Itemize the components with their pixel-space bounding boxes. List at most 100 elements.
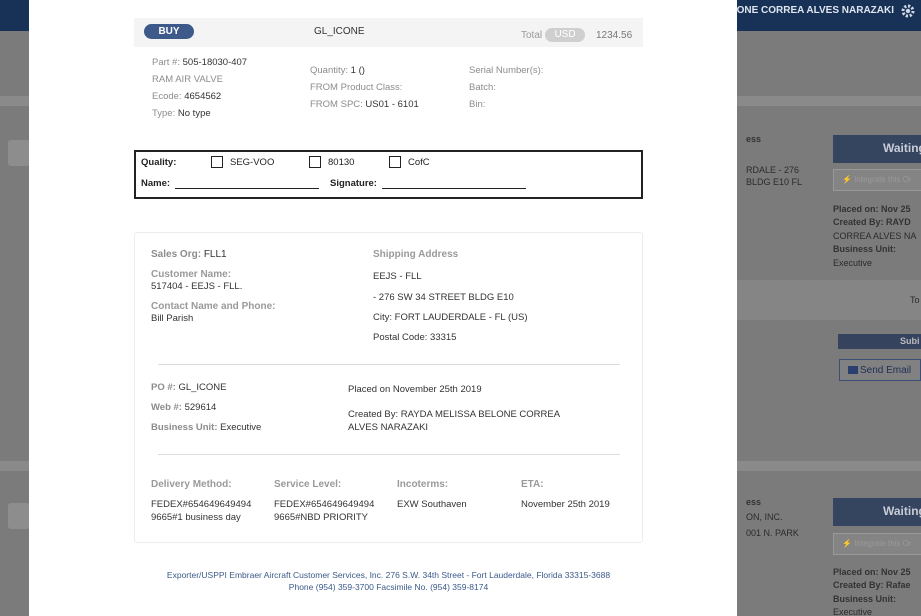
po-label: PO #:: [151, 382, 176, 393]
signature-label: Signature:: [330, 178, 377, 189]
business-unit-label: Business Unit:: [833, 244, 897, 254]
part-number-label: Part #:: [152, 57, 180, 68]
address-line: ON, INC.: [746, 512, 783, 522]
exporter-footer-line1: Exporter/USPPI Embraer Aircraft Customer…: [166, 570, 611, 580]
contact-label: Contact Name and Phone:: [151, 301, 276, 312]
seg-voo-label: SEG-VOO: [230, 157, 275, 168]
document-icon: [8, 140, 30, 166]
divider: [158, 364, 620, 365]
seg-voo-checkbox[interactable]: [211, 156, 223, 168]
exporter-footer-line2: Phone (954) 359-3700 Facsimile No. (954)…: [288, 582, 489, 592]
address-line: RDALE - 276: [746, 165, 800, 175]
business-unit: Business Unit: Executive: [151, 422, 261, 433]
sales-org-value: FLL1: [203, 249, 227, 260]
total-label: Total: [521, 30, 543, 41]
customer-name-value: 517404 - EEJS - FLL.: [151, 281, 243, 292]
bin-label: Bin:: [469, 99, 486, 110]
document-icon: [8, 503, 30, 529]
delivery-method-line2: 9665#1 business day: [151, 512, 241, 523]
part-description: RAM AIR VALVE: [152, 74, 223, 85]
order-header: BUY GL_ICONE Total USD 1234.56: [134, 18, 643, 47]
batch-label: Batch:: [469, 82, 496, 93]
service-level-line1: FEDEX#654649649494: [274, 499, 375, 510]
web-value: 529614: [184, 402, 217, 413]
created-by-text: Created By: Rafae: [833, 580, 911, 590]
quantity-label: Quantity:: [310, 65, 349, 76]
part-number: Part #: 505-18030-407: [152, 57, 247, 68]
serial-numbers-label: Serial Number(s):: [469, 65, 544, 76]
gear-icon[interactable]: [900, 3, 916, 19]
contact-value: Bill Parish: [151, 313, 194, 324]
integrate-order-input[interactable]: ⚡ Integrate this Or: [833, 169, 921, 191]
eta-value: November 25th 2019: [521, 499, 610, 510]
order-print-modal: BUY GL_ICONE Total USD 1234.56 Part #: 5…: [29, 0, 737, 616]
envelope-icon: [848, 366, 858, 374]
signature-line: [382, 188, 526, 189]
cofc-label: CofC: [408, 157, 430, 168]
eta-label: ETA:: [521, 479, 544, 490]
to-text: To: [910, 295, 920, 305]
customer-name-label: Customer Name:: [151, 269, 232, 280]
service-level-line2: 9665#NBD PRIORITY: [274, 512, 368, 523]
user-name[interactable]: LONE CORREA ALVES NARAZAKI: [730, 5, 894, 16]
quantity-value: 1 (): [350, 65, 365, 76]
sales-org: Sales Org: FLL1: [151, 249, 227, 260]
placed-on: Placed on November 25th 2019: [348, 384, 482, 395]
ship-street: - 276 SW 34 STREET BLDG E10: [373, 292, 514, 303]
created-by-line1: Created By: RAYDA MELISSA BELONE CORREA: [348, 409, 561, 420]
name-line: [175, 188, 319, 189]
waiting-status-button[interactable]: Waiting: [833, 135, 921, 163]
from-product-class-label: FROM Product Class:: [310, 82, 403, 93]
delivery-method-label: Delivery Method:: [151, 479, 232, 490]
business-unit-label: Business Unit:: [833, 594, 897, 604]
ecode-label: Ecode:: [152, 91, 182, 102]
business-unit-value: Executive: [220, 422, 262, 433]
quantity: Quantity: 1 (): [310, 65, 365, 76]
delivery-method-line1: FEDEX#654649649494: [151, 499, 252, 510]
business-unit-label: Business Unit:: [151, 422, 218, 433]
created-by-value: CORREA ALVES NA: [833, 231, 917, 241]
submit-button[interactable]: Subi: [838, 334, 921, 349]
placed-on-text: Placed on: Nov 25: [833, 204, 911, 214]
name-label: Name:: [141, 178, 171, 189]
ship-postal: Postal Code: 33315: [373, 332, 457, 343]
web-number: Web #: 529614: [151, 402, 216, 413]
from-spc-value: US01 - 6101: [365, 99, 419, 110]
integrate-order-input[interactable]: ⚡ Integrate this Or: [833, 533, 921, 555]
panel-band: [737, 280, 921, 320]
part-type: Type: No type: [152, 108, 211, 119]
from-spc-label: FROM SPC:: [310, 99, 363, 110]
po-value: GL_ICONE: [178, 382, 227, 393]
send-email-button[interactable]: Send Email: [839, 359, 921, 381]
address-header: ess: [746, 134, 762, 144]
buy-badge: BUY: [144, 24, 194, 39]
quality-signature-box: Quality: SEG-VOO 80130 CofC Name: Signat…: [134, 150, 643, 199]
ecode-value: 4654562: [184, 91, 222, 102]
order-details-card: Sales Org: FLL1 Customer Name: 517404 - …: [134, 232, 643, 543]
sales-org-label: Sales Org:: [151, 249, 202, 260]
80130-label: 80130: [328, 157, 355, 168]
currency-badge: USD: [545, 28, 585, 42]
created-by-label: Created By: RAYD: [833, 217, 911, 227]
web-label: Web #:: [151, 402, 182, 413]
total-amount: 1234.56: [596, 30, 633, 41]
po-number: PO #: GL_ICONE: [151, 382, 227, 393]
business-unit-value: Executive: [833, 258, 873, 268]
quality-label: Quality:: [141, 157, 177, 168]
80130-checkbox[interactable]: [309, 156, 321, 168]
type-value: No type: [177, 108, 211, 119]
waiting-status-button[interactable]: Waiting: [833, 498, 921, 526]
created-by-line2: ALVES NARAZAKI: [348, 422, 429, 433]
ship-city: City: FORT LAUDERDALE - FL (US): [373, 312, 528, 323]
divider: [158, 454, 620, 455]
ecode: Ecode: 4654562: [152, 91, 221, 102]
ship-name: EEJS - FLL: [373, 271, 422, 282]
address-line: 001 N. PARK: [746, 528, 799, 538]
placed-on-text: Placed on: Nov 25: [833, 567, 911, 577]
cofc-checkbox[interactable]: [389, 156, 401, 168]
incoterms-label: Incoterms:: [397, 479, 449, 490]
type-label: Type:: [152, 108, 176, 119]
part-number-value: 505-18030-407: [182, 57, 248, 68]
business-unit-value: Executive: [833, 607, 873, 616]
address-line: BLDG E10 FL: [746, 177, 803, 187]
